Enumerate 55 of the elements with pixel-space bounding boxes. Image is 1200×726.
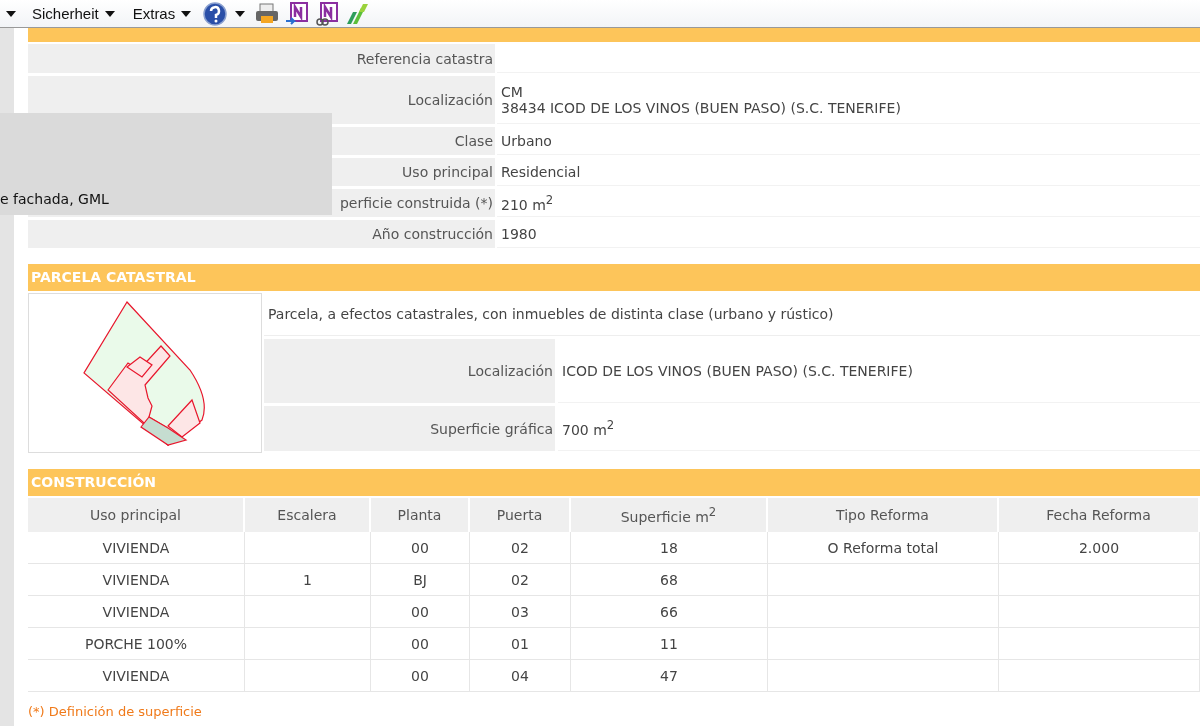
field-value: Urbano bbox=[497, 127, 1200, 155]
column-header: Puerta bbox=[470, 498, 571, 532]
parcel-description: Parcela, a efectos catastrales, con inmuebles de distinta clase (urbano y rústico) bbox=[264, 293, 1200, 336]
help-icon[interactable] bbox=[203, 1, 230, 26]
table-cell: VIVIENDA bbox=[102, 667, 170, 684]
caret-icon bbox=[181, 10, 192, 17]
caret-icon bbox=[104, 10, 115, 17]
toolbar-menu[interactable]: Extras bbox=[126, 5, 198, 22]
table-cell: 66 bbox=[660, 603, 678, 620]
table-cell: 03 bbox=[511, 603, 529, 620]
column-header: Planta bbox=[371, 498, 470, 532]
field-label: Superficie gráfica bbox=[264, 406, 555, 451]
column-header: Escalera bbox=[245, 498, 371, 532]
table-cell: BJ bbox=[413, 571, 427, 588]
table-cell: 1 bbox=[303, 571, 312, 588]
notebook-icon[interactable] bbox=[285, 1, 310, 26]
column-header: Uso principal bbox=[28, 498, 245, 532]
caret-icon[interactable] bbox=[6, 10, 16, 17]
table-cell: 00 bbox=[411, 667, 429, 684]
table-cell: VIVIENDA bbox=[102, 571, 170, 588]
field-label: Referencia catastra bbox=[28, 44, 495, 73]
table-cell: 00 bbox=[411, 603, 429, 620]
field-value: Residencial bbox=[497, 158, 1200, 186]
table-cell: 00 bbox=[411, 635, 429, 652]
table-cell: 02 bbox=[511, 571, 529, 588]
printer-icon[interactable] bbox=[255, 2, 280, 25]
field-value: 1980 bbox=[497, 220, 1200, 248]
notebook-icon[interactable] bbox=[315, 1, 340, 26]
column-header: Fecha Reforma bbox=[999, 498, 1200, 532]
field-label: Año construcción bbox=[28, 220, 495, 248]
column-header: Superficie m$^{2}$ bbox=[571, 498, 768, 532]
table-cell: 04 bbox=[511, 667, 529, 684]
field-value: 700 m$^{2}$ bbox=[558, 406, 1200, 451]
table-cell: O Reforma total bbox=[827, 539, 939, 556]
table-cell: 47 bbox=[660, 667, 678, 684]
column-header: Tipo Reforma bbox=[768, 498, 999, 532]
caret-icon[interactable] bbox=[235, 10, 246, 17]
table-cell: 00 bbox=[411, 539, 429, 556]
table-cell: 18 bbox=[660, 539, 678, 556]
section-header: CONSTRUCCIÓN bbox=[28, 469, 1200, 496]
stripes-icon[interactable] bbox=[345, 1, 370, 26]
table-cell: 2.000 bbox=[1078, 539, 1120, 556]
field-value: 210 m$^{2}$ bbox=[497, 189, 1200, 217]
table-cell: 68 bbox=[660, 571, 678, 588]
section-header: PARCELA CATASTRAL bbox=[28, 264, 1200, 291]
field-value: ICOD DE LOS VINOS (BUEN PASO) (S.C. TENERIFE) bbox=[558, 339, 1200, 403]
table-cell: VIVIENDA bbox=[102, 603, 170, 620]
field-value: CM 38434 ICOD DE LOS VINOS (BUEN PASO) (S.C. TENERIFE) bbox=[497, 76, 1200, 124]
toolbar-menu[interactable]: Sicherheit bbox=[26, 5, 121, 22]
table-cell: VIVIENDA bbox=[102, 539, 170, 556]
table-cell: 11 bbox=[660, 635, 678, 652]
field-label: Localización bbox=[264, 339, 555, 403]
table-cell: 01 bbox=[511, 635, 529, 652]
table-cell: PORCHE 100% bbox=[84, 635, 188, 652]
table-cell: 02 bbox=[511, 539, 529, 556]
